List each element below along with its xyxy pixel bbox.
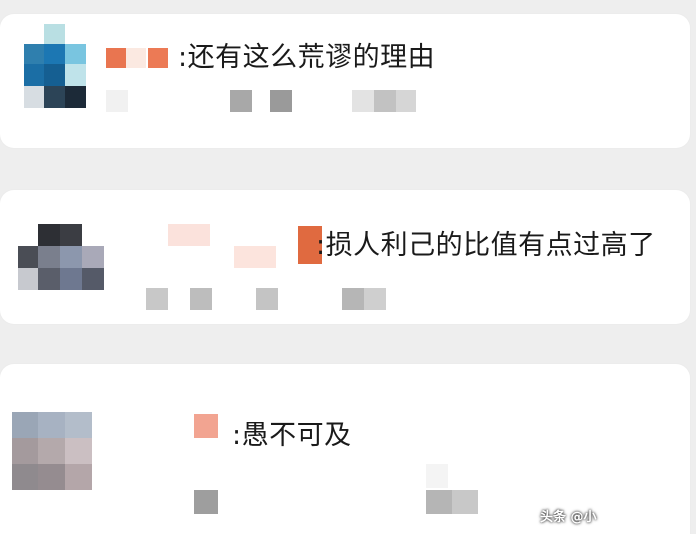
- meta-mosaic: [194, 464, 484, 518]
- comment-text: :还有这么荒谬的理由: [178, 42, 436, 73]
- user-avatar[interactable]: [12, 412, 92, 490]
- comment-text: :损人利己的比值有点过高了: [316, 230, 656, 261]
- user-avatar[interactable]: [18, 224, 104, 292]
- meta-mosaic: [146, 288, 396, 310]
- comment-card: :损人利己的比值有点过高了: [0, 190, 690, 324]
- meta-mosaic: [106, 90, 426, 112]
- comment-card: :还有这么荒谬的理由: [0, 14, 690, 148]
- username-mosaic[interactable]: [128, 220, 324, 270]
- user-avatar[interactable]: [24, 24, 88, 108]
- comment-text: :愚不可及: [232, 420, 352, 451]
- username-mosaic[interactable]: [106, 48, 170, 70]
- watermark: 头条 @小: [540, 510, 597, 525]
- username-mosaic[interactable]: [194, 414, 220, 440]
